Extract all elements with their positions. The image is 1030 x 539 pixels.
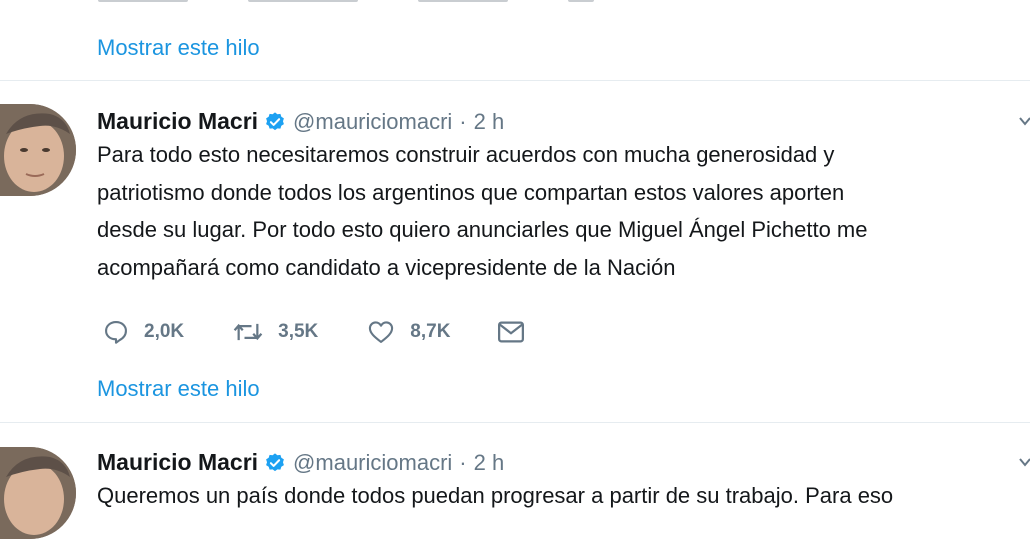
like-button[interactable]: 8,7K xyxy=(366,318,450,346)
previous-tweet-actions-clipped xyxy=(98,0,594,2)
heart-icon xyxy=(369,321,394,343)
retweet-icon xyxy=(233,323,263,341)
verified-badge-icon xyxy=(266,452,284,471)
reply-button[interactable]: 2,0K xyxy=(102,318,184,346)
avatar[interactable] xyxy=(0,104,76,196)
separator-dot: · xyxy=(459,449,467,475)
direct-message-button[interactable] xyxy=(496,318,526,346)
tweet-header: Mauricio Macri @mauriciomacri · 2 h xyxy=(97,108,504,135)
tweet: Mauricio Macri @mauriciomacri · 2 h Para… xyxy=(0,104,1030,408)
chevron-down-icon[interactable] xyxy=(1018,114,1030,128)
show-thread-link[interactable]: Mostrar este hilo xyxy=(97,378,260,400)
tweet: Mauricio Macri @mauriciomacri · 2 h Quer… xyxy=(0,447,1030,539)
reply-count: 2,0K xyxy=(144,321,185,342)
retweet-count: 3,5K xyxy=(278,321,319,342)
envelope-icon xyxy=(498,321,525,343)
tweet-timestamp[interactable]: 2 h xyxy=(474,450,505,476)
tweet-divider xyxy=(0,422,1030,423)
author-name[interactable]: Mauricio Macri xyxy=(97,108,258,135)
author-name[interactable]: Mauricio Macri xyxy=(97,449,258,476)
tweet-timestamp[interactable]: 2 h xyxy=(474,109,505,135)
previous-tweet-fragment: Mostrar este hilo xyxy=(0,0,1030,78)
tweet-divider xyxy=(0,80,1030,81)
separator-dot: · xyxy=(459,108,467,134)
tweet-text: Queremos un país donde todos puedan prog… xyxy=(97,477,1030,515)
retweet-button[interactable]: 3,5K xyxy=(232,318,318,346)
like-count: 8,7K xyxy=(410,321,451,342)
show-thread-link[interactable]: Mostrar este hilo xyxy=(97,37,260,59)
reply-icon xyxy=(105,321,127,344)
avatar[interactable] xyxy=(0,447,76,539)
chevron-down-icon[interactable] xyxy=(1018,455,1030,469)
tweet-actions: 2,0K 3,5K 8,7K xyxy=(102,318,526,346)
author-handle[interactable]: @mauriciomacri xyxy=(293,109,452,135)
tweet-text: Para todo esto necesitaremos construir a… xyxy=(97,136,1030,286)
verified-badge-icon xyxy=(266,111,284,130)
tweet-header: Mauricio Macri @mauriciomacri · 2 h xyxy=(97,449,504,476)
author-handle[interactable]: @mauriciomacri xyxy=(293,450,452,476)
tweet-text-line: Para todo esto necesitaremos construir a… xyxy=(97,142,835,167)
tweet-text-line: desde su lugar. Por todo esto quiero anu… xyxy=(97,217,868,242)
tweet-text-line: Queremos un país donde todos puedan prog… xyxy=(97,483,894,508)
tweet-text-line: acompañará como candidato a vicepresiden… xyxy=(97,254,676,280)
tweet-text-line: patriotismo donde todos los argentinos q… xyxy=(97,179,845,205)
